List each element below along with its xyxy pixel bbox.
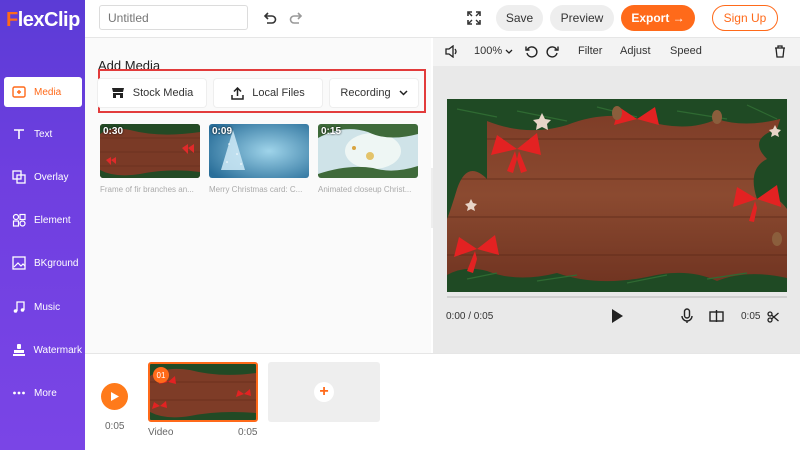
store-icon <box>111 87 125 99</box>
project-title-input[interactable] <box>99 5 248 30</box>
more-icon <box>11 385 27 401</box>
total-duration: 0:05 <box>741 311 761 322</box>
export-button[interactable]: Export → <box>621 5 695 31</box>
split-screen-icon[interactable] <box>709 309 724 328</box>
upload-icon <box>231 86 244 100</box>
playback-progress-bar[interactable] <box>447 296 787 298</box>
thumb-caption: Animated closeup Christ... <box>318 185 412 194</box>
sidebar-item-label: BKground <box>34 257 79 269</box>
sidebar-item-label: More <box>34 387 57 399</box>
sidebar: FlexClip Media Text Overlay Element BKgr… <box>0 0 85 450</box>
stock-media-button[interactable]: Stock Media <box>98 79 206 107</box>
preview-toolbar: 100% Filter Adjust Speed <box>433 38 800 66</box>
sidebar-item-media[interactable]: Media <box>4 77 82 107</box>
recording-label: Recording <box>340 87 391 99</box>
add-clip-button[interactable]: + <box>268 362 380 422</box>
rotate-left-icon[interactable] <box>525 45 538 58</box>
thumb-caption: Frame of fir branches an... <box>100 185 194 194</box>
timeline-play-button[interactable] <box>101 383 128 410</box>
timeline-total-time: 0:05 <box>105 421 125 432</box>
clip-duration: 0:05 <box>238 427 258 438</box>
sidebar-item-overlay[interactable]: Overlay <box>4 162 82 192</box>
timeline: 0:05 01 Video 0:05 + <box>85 353 800 450</box>
sidebar-item-more[interactable]: More <box>4 378 82 408</box>
duration-label: 0:15 <box>321 126 342 137</box>
duration-label: 0:09 <box>212 126 233 137</box>
clip-number-badge: 01 <box>153 367 169 383</box>
duration-label: 0:30 <box>103 126 124 137</box>
video-canvas[interactable] <box>447 99 787 292</box>
time-readout: 0:00 / 0:05 <box>446 311 494 322</box>
scissors-icon[interactable] <box>767 310 779 328</box>
timeline-clip[interactable]: 01 <box>148 362 258 422</box>
media-icon <box>11 84 27 100</box>
media-thumb-christmas-card[interactable]: 0:09 <box>209 124 309 178</box>
preview-area: 100% Filter Adjust Speed 0:00 / 0:05 0:0… <box>433 38 800 353</box>
sidebar-item-watermark[interactable]: Watermark <box>4 335 82 365</box>
plus-icon: + <box>314 382 334 402</box>
fullscreen-icon[interactable] <box>466 10 482 26</box>
chevron-down-icon <box>399 90 408 96</box>
zoom-dropdown[interactable]: 100% <box>474 45 513 57</box>
stock-media-label: Stock Media <box>132 87 194 99</box>
rotate-right-icon[interactable] <box>546 45 559 58</box>
sidebar-item-text[interactable]: Text <box>4 119 82 149</box>
sidebar-item-label: Text <box>34 128 53 140</box>
thumb-caption: Merry Christmas card: C... <box>209 185 303 194</box>
sidebar-item-label: Element <box>34 214 71 226</box>
save-button[interactable]: Save <box>496 5 543 31</box>
element-icon <box>11 212 27 228</box>
adjust-button[interactable]: Adjust <box>620 45 651 57</box>
media-panel: Add Media Stock Media Local Files Record… <box>85 38 431 353</box>
clip-label: Video <box>148 427 174 438</box>
recording-dropdown[interactable]: Recording <box>330 79 418 107</box>
microphone-icon[interactable] <box>681 308 693 329</box>
volume-icon[interactable] <box>445 45 459 58</box>
overlay-icon <box>11 169 27 185</box>
preview-button[interactable]: Preview <box>550 5 614 31</box>
christmas-frame-image <box>447 99 787 292</box>
logo-text: lexClip <box>17 9 81 31</box>
undo-icon[interactable] <box>261 10 277 26</box>
filter-button[interactable]: Filter <box>578 45 602 57</box>
text-icon <box>11 126 27 142</box>
chevron-down-icon <box>505 49 513 54</box>
sidebar-item-label: Media <box>34 86 62 98</box>
local-files-button[interactable]: Local Files <box>214 79 322 107</box>
play-icon <box>110 392 119 401</box>
watermark-icon <box>11 342 26 358</box>
music-icon <box>11 299 27 315</box>
sidebar-item-element[interactable]: Element <box>4 205 82 235</box>
trash-icon[interactable] <box>774 45 786 58</box>
sidebar-item-label: Overlay <box>34 171 69 183</box>
sidebar-item-music[interactable]: Music <box>4 292 82 322</box>
sidebar-item-label: Music <box>34 301 61 313</box>
zoom-value: 100% <box>474 45 503 57</box>
signup-button[interactable]: Sign Up <box>712 5 778 31</box>
speed-button[interactable]: Speed <box>670 45 702 57</box>
media-thumb-animated-closeup[interactable]: 0:15 <box>318 124 418 178</box>
background-icon <box>11 255 27 271</box>
app-logo[interactable]: FlexClip <box>6 9 80 32</box>
sidebar-item-bkground[interactable]: BKground <box>4 248 82 278</box>
local-files-label: Local Files <box>252 87 305 99</box>
top-toolbar: Save Preview Export → Sign Up <box>85 0 800 38</box>
redo-icon[interactable] <box>288 10 304 26</box>
play-icon[interactable] <box>610 308 624 329</box>
sidebar-item-label: Watermark <box>33 344 82 356</box>
media-thumb-fir-frame[interactable]: 0:30 <box>100 124 200 178</box>
